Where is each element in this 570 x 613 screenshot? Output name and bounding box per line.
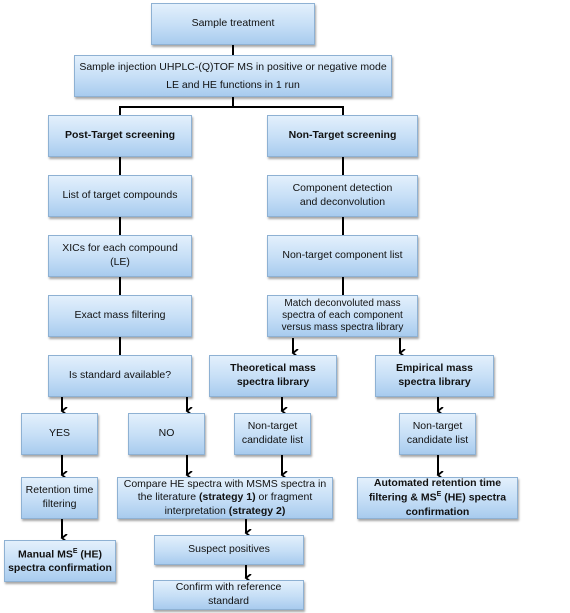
node-non-target-list: Non-target component list	[267, 235, 418, 277]
node-label: XICs for each compound (LE)	[62, 242, 178, 268]
node-yes: YES	[21, 413, 98, 455]
node-label: Is standard available?	[68, 369, 172, 382]
node-no: NO	[128, 413, 205, 455]
node-label: Confirm with reference standard	[175, 581, 282, 607]
node-standard-available: Is standard available?	[48, 355, 192, 397]
node-empirical-library: Empirical mass spectra library	[375, 355, 494, 397]
node-sample-injection: Sample injection UHPLC-(Q)TOF MS in posi…	[74, 55, 392, 97]
node-sample-treatment: Sample treatment	[151, 3, 315, 45]
node-label: Post-Target screening	[64, 129, 176, 142]
node-component-detection: Component detection and deconvolution	[267, 175, 418, 217]
node-theoretical-library: Theoretical mass spectra library	[209, 355, 337, 397]
node-label: Retention time filtering	[25, 484, 94, 510]
node-exact-mass: Exact mass filtering	[48, 295, 192, 337]
node-retention-filtering: Retention time filtering	[21, 477, 98, 519]
node-candidate-list-empirical: Non-target candidate list	[399, 413, 476, 455]
node-list-targets: List of target compounds	[48, 175, 192, 217]
node-manual-confirmation: Manual MSE (HE) spectra confirmation	[4, 540, 116, 582]
node-confirm-reference: Confirm with reference standard	[153, 580, 304, 610]
node-label: LE and HE functions in 1 run	[166, 79, 300, 91]
node-label: Exact mass filtering	[74, 309, 166, 322]
node-suspect-positives: Suspect positives	[154, 535, 304, 565]
node-label: Manual MSE (HE) spectra confirmation	[8, 547, 112, 576]
node-match-spectra: Match deconvoluted mass spectra of each …	[267, 295, 418, 337]
node-post-target: Post-Target screening	[48, 115, 192, 157]
node-label: Suspect positives	[188, 543, 270, 556]
label-text: Manual MS	[17, 548, 73, 561]
node-label: Sample injection UHPLC-(Q)TOF MS in posi…	[79, 60, 387, 73]
node-non-target: Non-Target screening	[267, 115, 418, 157]
node-compare-spectra: Compare HE spectra with MSMS spectra in …	[117, 477, 333, 519]
label-strategy-1: (strategy 1)	[199, 491, 256, 504]
node-label: Compare HE spectra with MSMS spectra in …	[121, 478, 329, 517]
node-label: Component detection and deconvolution	[292, 182, 393, 208]
node-label: Match deconvoluted mass spectra of each …	[281, 298, 404, 333]
node-label: NO	[158, 427, 175, 440]
connector-line	[119, 97, 234, 115]
label-strategy-2: (strategy 2)	[228, 504, 286, 517]
node-label: Non-target component list	[282, 249, 403, 262]
node-label: YES	[48, 427, 70, 440]
node-label: Theoretical mass spectra library	[230, 362, 316, 388]
node-candidate-list-theoretical: Non-target candidate list	[234, 413, 311, 455]
flowchart: Sample treatment Sample injection UHPLC-…	[0, 0, 570, 613]
node-label: Automated retention time filtering & MSE…	[361, 477, 514, 519]
node-label: List of target compounds	[62, 189, 178, 202]
node-label: Sample treatment	[191, 17, 275, 30]
node-automated-confirmation: Automated retention time filtering & MSE…	[357, 477, 518, 519]
node-xics: XICs for each compound (LE)	[48, 235, 192, 277]
node-label: Non-target candidate list	[241, 420, 304, 446]
node-label: Empirical mass spectra library	[395, 362, 474, 388]
node-label: Non-target candidate list	[406, 420, 469, 446]
node-label: Non-Target screening	[288, 129, 397, 142]
connector-line	[233, 106, 344, 115]
